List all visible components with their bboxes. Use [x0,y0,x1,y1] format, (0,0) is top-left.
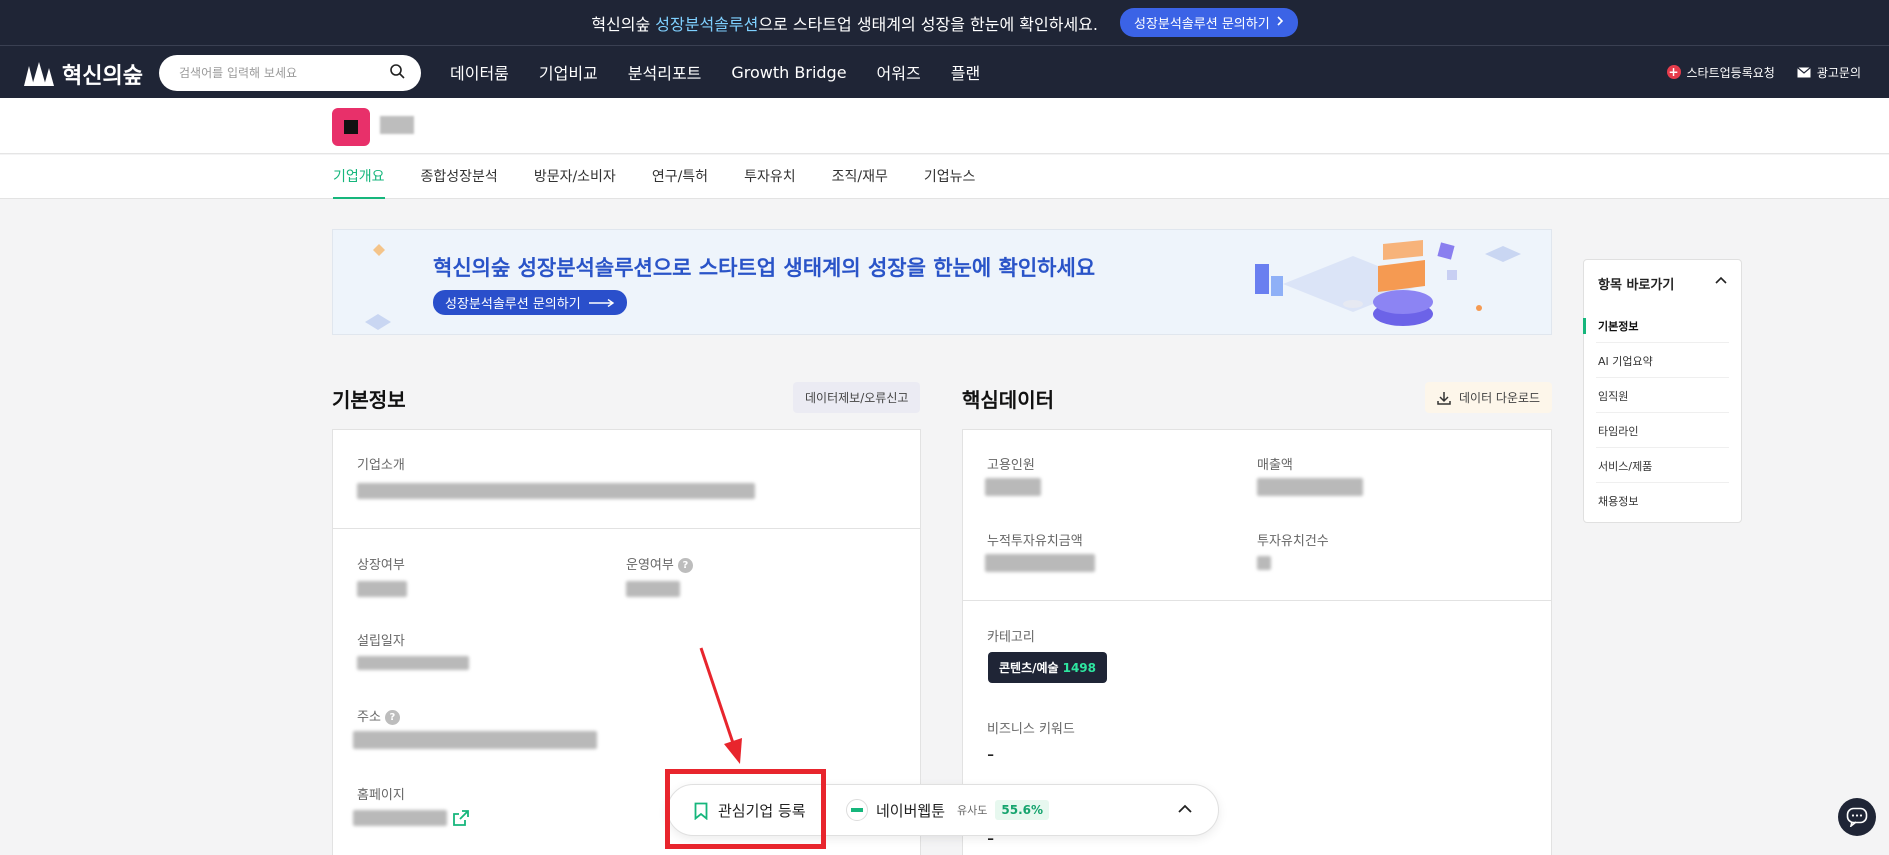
category-label: 카테고리 [987,630,1035,645]
nav-dataroom[interactable]: 데이터룸 [450,60,509,84]
chart-illustration-icon [1255,240,1521,326]
nav-growth-bridge[interactable]: Growth Bridge [731,63,846,82]
investment-count-label: 투자유치건수 [1257,534,1329,549]
announcement-bar: 혁신의숲 성장분석솔루션으로 스타트업 생태계의 성장을 한눈에 확인하세요. … [0,0,1889,46]
toc-item-employees[interactable]: 임직원 [1598,388,1628,404]
toc-title: 항목 바로가기 [1598,278,1675,293]
nav-right: + 스타트업등록요청 광고문의 [1666,46,1861,98]
similar-company[interactable]: 네이버웹툰 유사도 55.6% [846,799,1050,821]
mail-icon [1796,66,1811,77]
nav-report[interactable]: 분석리포트 [628,60,702,84]
founded-value-redacted [357,656,469,670]
tab-investment[interactable]: 투자유치 [744,155,796,199]
toc-item-timeline[interactable]: 타임라인 [1598,423,1638,439]
category-tag[interactable]: 콘텐츠/예술 1498 [988,652,1107,683]
arrow-right-icon [588,298,614,307]
search-input[interactable] [179,66,389,80]
address-value-redacted [353,731,597,749]
annotation-highlight-box [665,769,826,849]
founded-label: 설립일자 [357,634,405,649]
banner-title: 혁신의숲 성장분석솔루션으로 스타트업 생태계의 성장을 한눈에 확인하세요 [433,256,1096,280]
cum-investment-value-redacted [985,554,1095,572]
company-logo [332,108,370,146]
help-icon[interactable]: ? [677,558,693,573]
inquiry-button[interactable]: 성장분석솔루션 문의하기 [1119,8,1298,37]
forest-logo-icon [24,62,54,86]
diamond-decoration-icon [365,314,391,330]
nav-awards[interactable]: 어워즈 [877,60,921,84]
chat-icon [1846,807,1868,827]
basic-info-title: 기본정보 [332,388,406,412]
core-data-title: 핵심데이터 [962,388,1054,412]
tab-overview[interactable]: 기업개요 [333,155,385,199]
tab-research[interactable]: 연구/특허 [652,155,708,199]
intro-label: 기업소개 [357,458,405,473]
help-icon[interactable]: ? [384,710,400,725]
company-name-redacted [380,116,414,134]
company-header [0,98,1889,154]
company-logo-icon [846,799,868,821]
nav-menu: 데이터룸 기업비교 분석리포트 Growth Bridge 어워즈 플랜 [450,46,980,98]
download-icon [1437,391,1451,405]
toc-item-basic-info[interactable]: 기본정보 [1598,318,1638,334]
main-nav: 혁신의숲 데이터룸 기업비교 분석리포트 Growth Bridge 어워즈 플… [0,46,1889,98]
employees-label: 고용인원 [987,458,1035,473]
tab-organization[interactable]: 조직/재무 [832,155,888,199]
revenue-label: 매출액 [1257,458,1293,473]
toc-item-ai-summary[interactable]: AI 기업요약 [1598,353,1653,369]
chevron-up-icon[interactable] [1178,804,1192,813]
diamond-decoration-icon [373,244,385,256]
homepage-label: 홈페이지 [357,788,405,803]
ad-inquiry-link[interactable]: 광고문의 [1796,64,1861,81]
report-error-button[interactable]: 데이터제보/오류신고 [793,382,921,413]
section-shortcut-panel: 항목 바로가기 기본정보 AI 기업요약 임직원 타임라인 서비스/제품 채용정… [1583,259,1742,523]
site-logo[interactable]: 혁신의숲 [20,58,143,90]
keyword-value: - [987,742,995,766]
toc-item-recruiting[interactable]: 채용정보 [1598,493,1638,509]
toc-item-services[interactable]: 서비스/제품 [1598,458,1652,474]
chevron-up-icon[interactable] [1715,276,1727,284]
operation-value-redacted [626,581,680,597]
listing-value-redacted [357,581,407,597]
intro-value-redacted [357,483,755,499]
banner-inquiry-button[interactable]: 성장분석솔루션 문의하기 [433,290,627,315]
address-label: 주소? [357,706,400,725]
external-link-icon[interactable] [453,810,469,826]
listing-label: 상장여부 [357,558,405,573]
tab-visitors[interactable]: 방문자/소비자 [534,155,616,199]
chat-button[interactable] [1838,798,1876,836]
revenue-value-redacted [1257,478,1363,496]
similarity-badge: 55.6% [995,800,1050,820]
investment-count-value-redacted [1257,556,1271,570]
promo-banner[interactable]: 혁신의숲 성장분석솔루션으로 스타트업 생태계의 성장을 한눈에 확인하세요 성… [332,229,1552,335]
startup-register-link[interactable]: + 스타트업등록요청 [1666,64,1775,81]
announcement-text: 혁신의숲 성장분석솔루션으로 스타트업 생태계의 성장을 한눈에 확인하세요. [591,14,1098,34]
nav-plan[interactable]: 플랜 [951,60,980,84]
operation-label: 운영여부? [626,554,693,573]
search-icon[interactable] [389,63,405,83]
nav-compare[interactable]: 기업비교 [539,60,598,84]
tab-growth-analysis[interactable]: 종합성장분석 [421,155,498,199]
company-tabs: 기업개요 종합성장분석 방문자/소비자 연구/특허 투자유치 조직/재무 기업뉴… [0,155,1889,199]
employees-value-redacted [985,478,1041,496]
tab-news[interactable]: 기업뉴스 [924,155,976,199]
homepage-value-redacted[interactable] [353,810,447,826]
plus-icon: + [1666,65,1681,79]
data-download-button[interactable]: 데이터 다운로드 [1425,382,1553,413]
search-box[interactable] [159,55,421,91]
chevron-right-icon [1276,15,1284,30]
annotation-arrow-icon [699,647,742,764]
keyword-label: 비즈니스 키워드 [987,722,1075,737]
cum-investment-label: 누적투자유치금액 [987,534,1083,549]
